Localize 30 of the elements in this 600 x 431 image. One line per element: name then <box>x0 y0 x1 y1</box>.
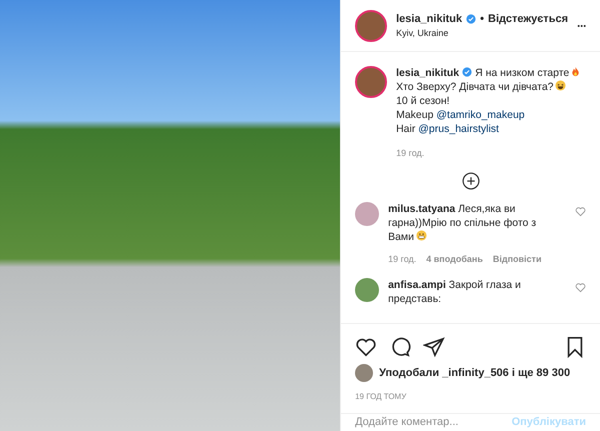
caption-text: Хто Зверху? Дівчата чи дівчата? <box>396 80 582 94</box>
mention-link[interactable]: @prus_hairstylist <box>418 123 499 135</box>
comment-input[interactable]: Додайте коментар... <box>355 414 512 430</box>
caption-text: Hair @prus_hairstylist <box>396 122 500 136</box>
caption-text: lesia_nikituk Я на низком старте <box>396 66 582 80</box>
mention-link[interactable]: @tamriko_makeup <box>436 109 525 121</box>
laughing-face-icon <box>554 80 566 91</box>
avatar[interactable] <box>355 364 374 382</box>
post-time: 19 год. <box>396 147 424 160</box>
caption-text: Makeup @tamriko_makeup <box>396 108 526 122</box>
avatar[interactable] <box>355 278 380 302</box>
share-icon[interactable] <box>423 336 446 358</box>
comment-time: 19 год. <box>388 253 416 266</box>
post-timestamp: 19 ГОД ТОМУ <box>355 392 406 401</box>
grinning-face-icon <box>416 230 428 241</box>
comment-text: anfisa.ampi Закрой глаза и представь: <box>388 278 522 306</box>
username-link[interactable]: lesia_nikituk <box>396 67 460 79</box>
more-options-button[interactable]: ··· <box>577 16 586 34</box>
caption-text: 10 й сезон! <box>396 94 451 108</box>
follow-status[interactable]: Відстежується <box>488 10 568 27</box>
avatar[interactable] <box>355 10 388 42</box>
separator-dot: • <box>480 12 484 26</box>
load-more-comments-icon <box>462 172 480 190</box>
fire-icon <box>570 66 582 77</box>
username-link[interactable]: lesia_nikituk <box>396 10 462 27</box>
likes-summary[interactable]: Уподобали _infinity_506 і ще 89 300 <box>379 364 570 382</box>
heart-icon[interactable] <box>355 336 378 358</box>
comment-text: milus.tatyana Леся,яка ви гарна))Мрію по спільне фото з Вами <box>388 202 538 244</box>
location-link[interactable]: Kyiv, Ukraine <box>396 27 448 40</box>
avatar[interactable] <box>355 66 388 98</box>
